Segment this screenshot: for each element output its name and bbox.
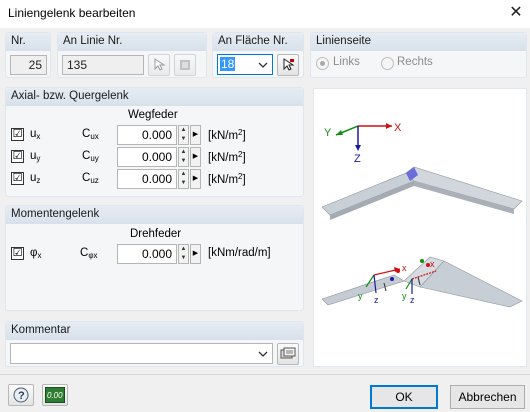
cuy-spinner[interactable]: ▲ ▼ — [178, 147, 189, 167]
an-linie-label: An Linie Nr. — [58, 33, 206, 51]
cphix-input[interactable]: 0.000 — [117, 244, 177, 264]
kommentar-combo[interactable] — [10, 343, 273, 364]
kommentar-header: Kommentar — [6, 322, 303, 340]
axis-x-label: X — [394, 122, 402, 134]
small-y-label-1: y — [358, 291, 363, 301]
uz-label: uz — [30, 172, 41, 185]
cphix-menu-button[interactable]: ▶ — [190, 244, 201, 264]
line-select-icon — [180, 60, 190, 70]
kommentar-library-button[interactable] — [277, 343, 299, 365]
pick-cursor-icon — [154, 58, 166, 71]
phix-checkbox[interactable]: ☑ — [11, 247, 24, 260]
cuz-label: Cuz — [82, 172, 99, 185]
calculator-button[interactable]: 0.00 — [42, 384, 68, 406]
axis-y-label: Y — [324, 127, 332, 139]
linienseite-group: Linienseite Links Rechts — [310, 32, 527, 78]
an-flaeche-select[interactable]: 18 — [217, 54, 273, 75]
radio-rechts[interactable] — [381, 57, 394, 70]
axial-header: Axial- bzw. Quergelenk — [6, 88, 303, 106]
hinge-diagram: X Y Z x y z x y z — [321, 122, 523, 308]
an-flaeche-label: An Fläche Nr. — [213, 33, 303, 51]
cuz-menu-button[interactable]: ▶ — [190, 169, 201, 189]
nr-group: Nr. 25 — [5, 32, 51, 78]
pick-surface-button[interactable] — [277, 54, 299, 76]
pick-line-button[interactable] — [148, 54, 170, 76]
svg-text:?: ? — [18, 390, 25, 402]
moment-group: Momentengelenk Drehfeder ☑ φx Cφx 0.000 … — [5, 205, 304, 311]
select-line-button[interactable] — [174, 54, 196, 76]
rechts-label: Rechts — [397, 56, 433, 68]
cuy-input[interactable]: 0.000 — [117, 147, 177, 167]
axial-group: Axial- bzw. Quergelenk Wegfeder ☑ ux Cux… — [5, 87, 304, 197]
cancel-button[interactable]: Abbrechen — [450, 385, 525, 409]
ok-button[interactable]: OK — [370, 385, 438, 409]
uy-label: uy — [30, 150, 41, 163]
close-button[interactable]: ✕ — [505, 2, 527, 24]
small-y-label-2: y — [402, 291, 407, 301]
help-icon: ? — [13, 387, 29, 403]
phix-label: φx — [30, 247, 42, 260]
cuy-unit: [kN/m2] — [208, 150, 246, 164]
an-flaeche-value: 18 — [220, 57, 236, 71]
small-x-label-1: x — [402, 263, 407, 273]
cux-spinner[interactable]: ▲ ▼ — [178, 125, 189, 145]
small-z-label-2: z — [410, 295, 415, 305]
footer-divider — [0, 374, 530, 375]
cux-unit: [kN/m2] — [208, 128, 246, 142]
window-title: Liniengelenk bearbeiten — [8, 6, 136, 20]
drehfeder-title: Drehfeder — [130, 228, 182, 240]
cuz-spinner[interactable]: ▲ ▼ — [178, 169, 189, 189]
nr-field: 25 — [10, 55, 47, 75]
help-button[interactable]: ? — [8, 384, 34, 406]
uy-checkbox[interactable]: ☑ — [11, 150, 24, 163]
an-linie-field: 135 — [62, 55, 144, 75]
small-x-label-2: x — [430, 259, 435, 269]
cux-input[interactable]: 0.000 — [117, 125, 177, 145]
ux-label: ux — [30, 128, 41, 141]
cuz-input[interactable]: 0.000 — [117, 169, 177, 189]
linienseite-label: Linienseite — [311, 33, 526, 51]
calc-label: 0.00 — [47, 391, 63, 400]
links-label: Links — [333, 56, 360, 68]
cux-menu-button[interactable]: ▶ — [190, 125, 201, 145]
uz-checkbox[interactable]: ☑ — [11, 172, 24, 185]
an-linie-group: An Linie Nr. 135 — [57, 32, 207, 78]
cphix-label: Cφx — [80, 247, 98, 260]
cphix-spinner[interactable]: ▲ ▼ — [178, 244, 189, 264]
cphix-unit: [kNm/rad/m] — [208, 247, 271, 259]
radio-links[interactable] — [316, 57, 329, 70]
cuy-menu-button[interactable]: ▶ — [190, 147, 201, 167]
comment-library-icon — [280, 347, 296, 359]
calculator-icon: 0.00 — [45, 387, 65, 403]
chevron-down-icon — [258, 351, 268, 357]
ux-checkbox[interactable]: ☑ — [11, 128, 24, 141]
axis-z-label: Z — [354, 153, 361, 165]
wegfeder-title: Wegfeder — [128, 109, 178, 121]
cux-label: Cux — [82, 128, 99, 141]
kommentar-group: Kommentar — [5, 321, 304, 367]
small-z-label-1: z — [374, 295, 379, 305]
an-flaeche-group: An Fläche Nr. 18 — [212, 32, 304, 78]
pick-cursor-icon — [283, 58, 295, 71]
cuy-label: Cuy — [82, 150, 99, 163]
hinge-preview: X Y Z x y z x y z — [313, 88, 527, 367]
nr-label: Nr. — [6, 33, 50, 51]
moment-header: Momentengelenk — [6, 206, 303, 224]
chevron-down-icon — [258, 62, 268, 68]
cuz-unit: [kN/m2] — [208, 172, 246, 186]
